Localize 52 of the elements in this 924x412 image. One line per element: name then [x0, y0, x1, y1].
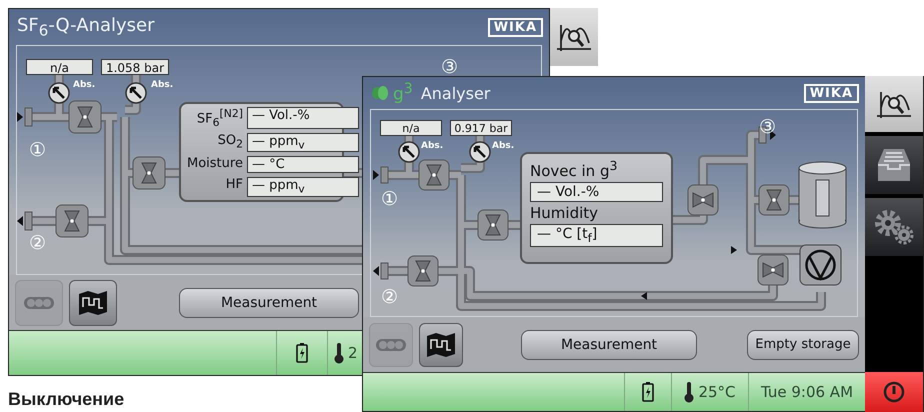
reading-value: — °C [t$_{f}$]: [530, 224, 663, 247]
map-icon: [79, 290, 107, 314]
port-number: ②: [29, 234, 46, 253]
temperature-reading: 25°C: [698, 383, 736, 401]
thermometer-icon: [334, 342, 344, 364]
reading-label: Novec in g$^{3}$: [530, 158, 618, 180]
brand-logo: WIKA: [488, 18, 543, 36]
reading-label: Moisture: [187, 156, 243, 174]
piping-icon: [376, 336, 406, 352]
section-heading: Выключение: [8, 389, 124, 410]
measurement-button[interactable]: Measurement: [521, 330, 697, 360]
map-view-button[interactable]: [419, 322, 463, 366]
window-title: SF$_{6}$-Q-Analyser: [17, 14, 155, 40]
gauge-label: Abs.: [73, 80, 96, 90]
temperature-reading: 2: [348, 344, 358, 362]
reading-value: — Vol.-%: [246, 106, 359, 129]
pressure-readout: 1.058 bar: [101, 59, 169, 75]
storage-button[interactable]: [865, 136, 923, 194]
reading-label: Humidity: [530, 204, 600, 222]
gauge-label: Abs.: [492, 141, 514, 151]
map-icon: [427, 332, 455, 356]
measurement-button[interactable]: Measurement: [179, 288, 359, 318]
port-number: ③: [759, 118, 776, 137]
reading-value: — Vol.-%: [530, 182, 663, 202]
reading-label: SO$_{2}$: [216, 132, 243, 152]
power-button[interactable]: [865, 372, 923, 412]
power-icon: [883, 381, 905, 403]
brand-logo: WIKA: [804, 84, 859, 102]
pressure-readout: n/a: [26, 59, 93, 75]
settings-button[interactable]: [865, 198, 923, 256]
port-number: ②: [381, 288, 398, 307]
empty-storage-button[interactable]: Empty storage: [747, 330, 859, 360]
reading-value: — ppm$_{v}$: [246, 177, 359, 198]
port-number: ①: [29, 141, 46, 160]
gauge-label: Abs.: [421, 141, 444, 151]
pressure-readout: n/a: [380, 120, 442, 136]
logo-text: g$^{3}$: [393, 81, 413, 105]
thermometer-icon: [684, 381, 694, 403]
leaf-logo-icon: [371, 85, 389, 101]
reading-value: — °C: [246, 156, 359, 174]
reading-value: — ppm$_{v}$: [246, 132, 359, 152]
window-title: Analyser: [420, 84, 490, 102]
settings-icon: [872, 207, 916, 247]
analysis-button[interactable]: [550, 8, 598, 66]
gauge-label: Abs.: [151, 80, 174, 90]
piping-icon: [24, 294, 54, 310]
port-number: ①: [381, 190, 398, 209]
reading-label: HF: [224, 177, 243, 194]
port-number: ③: [441, 58, 458, 77]
map-view-button[interactable]: [69, 280, 117, 326]
pressure-readout: 0.917 bar: [450, 120, 512, 136]
analysis-button[interactable]: [865, 76, 923, 132]
